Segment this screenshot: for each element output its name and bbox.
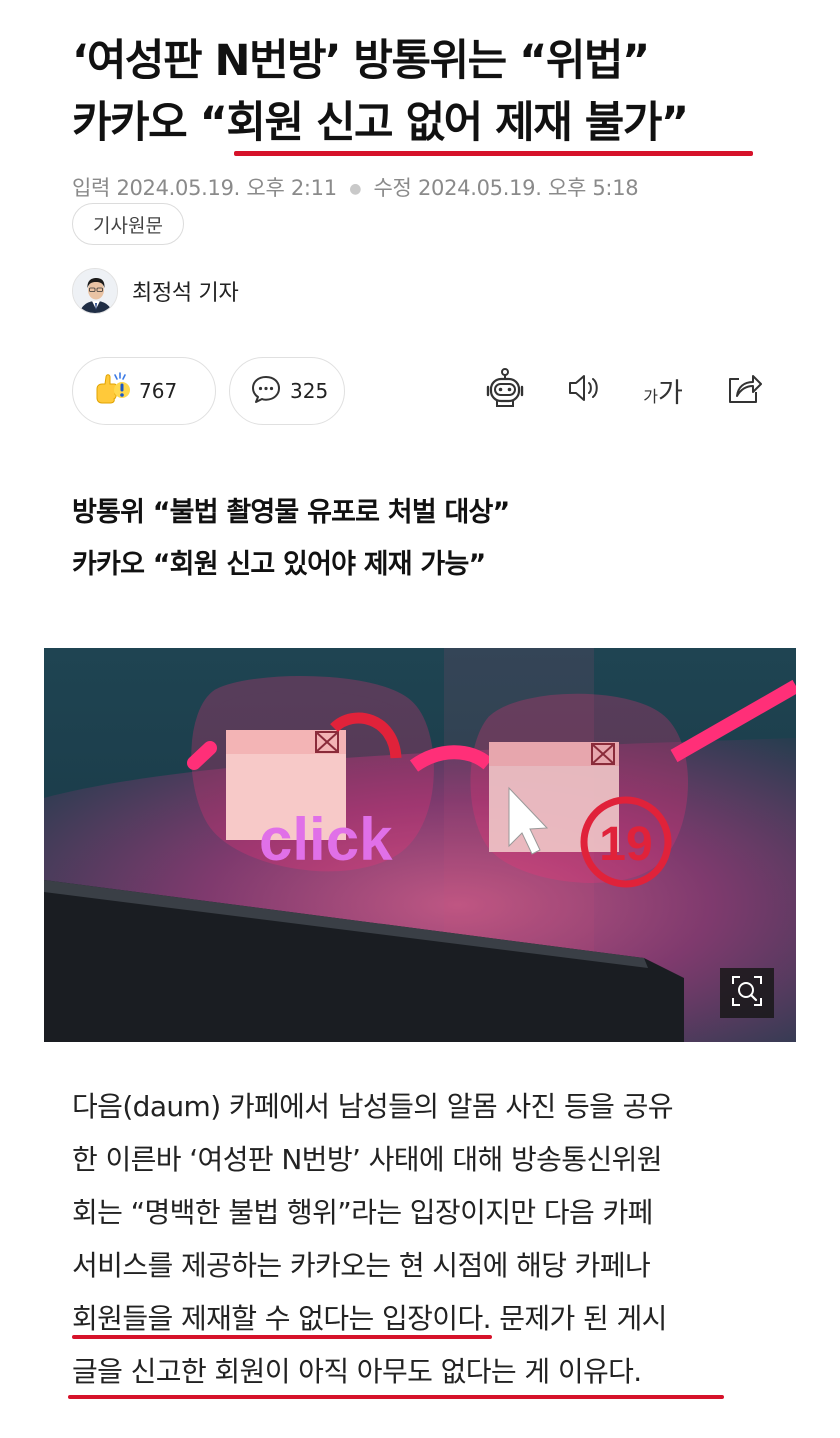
zoom-icon bbox=[729, 973, 765, 1013]
article-body: 다음(daum) 카페에서 남성들의 알몸 사진 등을 공유 한 이른바 ‘여성… bbox=[72, 1080, 772, 1398]
reporter-row[interactable]: 최정석 기자 bbox=[72, 268, 239, 314]
title-line-1: ‘여성판 N번방’ 방통위는 “위법” bbox=[72, 36, 650, 86]
font-size-label: 가가 bbox=[643, 371, 683, 410]
font-size-large-glyph: 가 bbox=[657, 377, 683, 409]
share-button[interactable] bbox=[720, 366, 768, 414]
title-line-2: 카카오 “회원 신고 없어 제재 불가” bbox=[72, 98, 689, 148]
font-size-small-glyph: 가 bbox=[643, 386, 658, 406]
body-line-6: 글을 신고한 회원이 아직 아무도 없다는 게 이유다. bbox=[72, 1355, 642, 1388]
photo-zoom-button[interactable] bbox=[720, 968, 774, 1018]
photo-age-19-text: 19 bbox=[599, 818, 652, 871]
body-line-2: 한 이른바 ‘여성판 N번방’ 사태에 대해 방송통신위원 bbox=[72, 1143, 663, 1176]
like-reaction-button[interactable]: 767 bbox=[72, 357, 216, 425]
original-article-button[interactable]: 기사원문 bbox=[72, 203, 184, 245]
like-reaction-icon bbox=[93, 371, 131, 411]
body-line-1: 다음(daum) 카페에서 남성들의 알몸 사진 등을 공유 bbox=[72, 1090, 673, 1123]
reporter-name: 최정석 기자 bbox=[132, 281, 239, 306]
comment-icon bbox=[250, 374, 282, 408]
input-time: 2024.05.19. 오후 2:11 bbox=[116, 176, 337, 200]
ai-bot-icon bbox=[483, 367, 527, 413]
meta-separator: ● bbox=[349, 181, 362, 197]
subtitle-line-1: 방통위 “불법 촬영물 유포로 처벌 대상” bbox=[72, 497, 510, 528]
subtitle-line-2: 카카오 “회원 신고 있어야 제재 가능” bbox=[72, 549, 486, 580]
photo-illustration: 19 click bbox=[44, 648, 796, 1042]
edit-label: 수정 bbox=[373, 176, 412, 200]
input-label: 입력 bbox=[72, 176, 111, 200]
speaker-icon bbox=[565, 371, 603, 409]
photo-click-text: click bbox=[259, 806, 393, 873]
article-photo[interactable]: 19 click bbox=[44, 648, 796, 1042]
comment-button[interactable]: 325 bbox=[229, 357, 345, 425]
article-title: ‘여성판 N번방’ 방통위는 “위법” 카카오 “회원 신고 없어 제재 불가” bbox=[72, 30, 792, 154]
body-line-4: 서비스를 제공하는 카카오는 현 시점에 해당 카페나 bbox=[72, 1249, 651, 1282]
read-aloud-button[interactable] bbox=[560, 366, 608, 414]
edit-time: 2024.05.19. 오후 5:18 bbox=[417, 176, 639, 200]
title-underline-mark bbox=[234, 151, 753, 156]
body-underline-mark-2 bbox=[68, 1395, 724, 1399]
comment-count: 325 bbox=[290, 379, 329, 403]
article-meta: 입력 2024.05.19. 오후 2:11 ● 수정 2024.05.19. … bbox=[72, 172, 639, 202]
share-icon bbox=[724, 370, 764, 410]
article-subtitle: 방통위 “불법 촬영물 유포로 처벌 대상” 카카오 “회원 신고 있어야 제재… bbox=[72, 487, 510, 591]
body-line-3: 회는 “명백한 불법 행위”라는 입장이지만 다음 카페 bbox=[72, 1196, 653, 1229]
ai-summary-button[interactable] bbox=[481, 366, 529, 414]
like-count: 767 bbox=[139, 379, 178, 403]
body-underline-mark-1 bbox=[72, 1335, 492, 1339]
reporter-avatar bbox=[72, 268, 118, 314]
font-size-button[interactable]: 가가 bbox=[637, 366, 689, 414]
